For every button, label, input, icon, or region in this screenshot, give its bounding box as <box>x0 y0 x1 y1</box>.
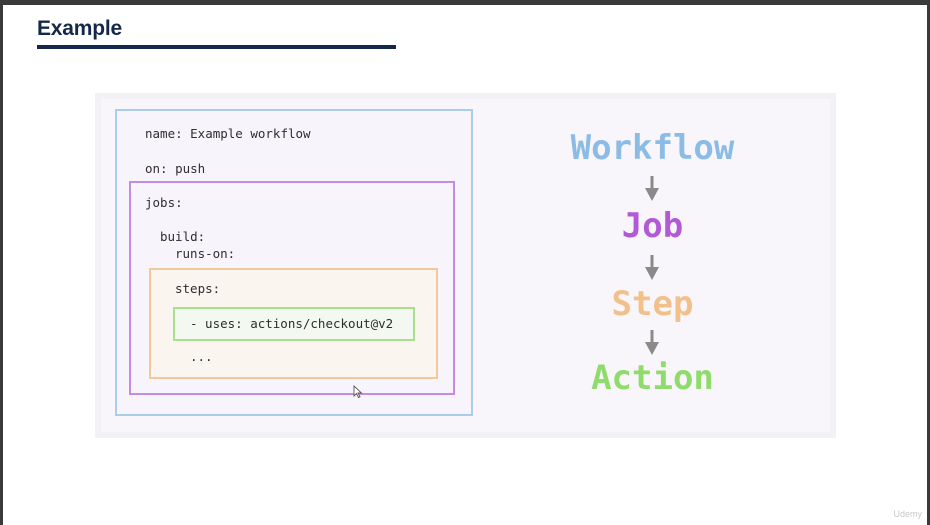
label-job: Job <box>621 206 684 246</box>
arrow-down-icon <box>645 176 659 201</box>
title-underline <box>37 45 396 49</box>
code-line-on: on: push <box>145 161 206 176</box>
label-step: Step <box>611 284 694 324</box>
watermark: Udemy <box>893 509 922 519</box>
slide-title: Example <box>37 17 122 40</box>
label-workflow: Workflow <box>570 128 735 168</box>
code-line-steps: steps: <box>175 281 221 296</box>
code-line-runs-on: runs-on: <box>175 246 236 261</box>
code-line-jobs: jobs: <box>145 195 183 210</box>
arrow-down-icon <box>645 330 659 355</box>
label-action: Action <box>591 358 714 398</box>
code-line-uses: - uses: actions/checkout@v2 <box>190 316 394 331</box>
arrow-down-icon <box>645 255 659 280</box>
code-line-ellipsis: ... <box>190 349 213 364</box>
window-top-bar <box>0 0 930 5</box>
code-line-build: build: <box>160 229 206 244</box>
window-left-edge <box>0 0 3 525</box>
mouse-pointer-icon <box>353 385 363 399</box>
code-line-name: name: Example workflow <box>145 126 311 141</box>
